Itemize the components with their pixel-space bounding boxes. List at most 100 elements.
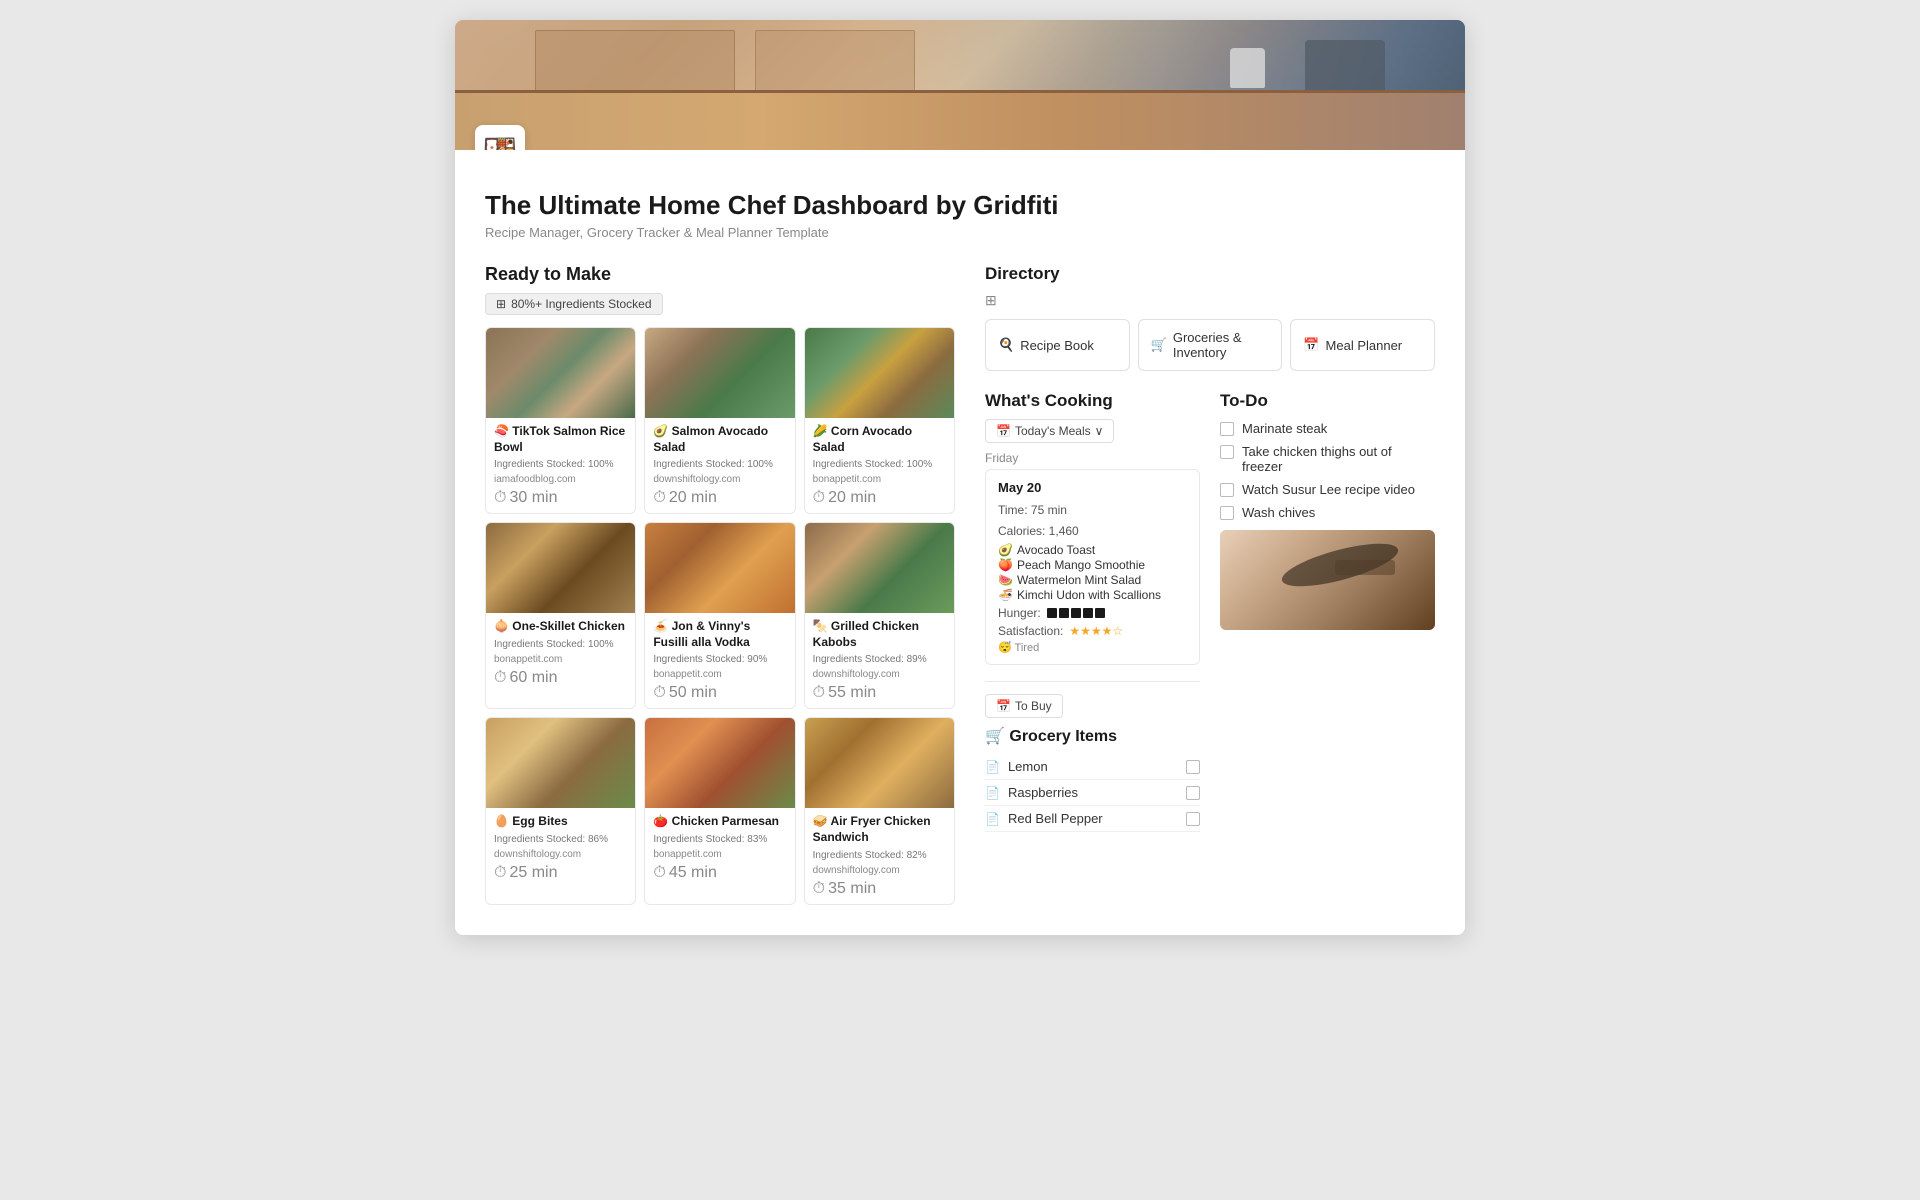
page-container: 🍱 The Ultimate Home Chef Dashboard by Gr… — [455, 20, 1465, 935]
hero-kettle-decoration — [1230, 48, 1265, 88]
recipe-source: bonappetit.com — [813, 472, 946, 487]
todo-items: Marinate steak Take chicken thighs out o… — [1220, 421, 1435, 520]
recipe-info: 🧅 One-Skillet Chicken Ingredients Stocke… — [486, 613, 635, 693]
right-column: Directory ⊞ 🍳 Recipe Book 🛒 Groceries & … — [985, 264, 1435, 905]
recipe-card[interactable]: 🌽 Corn Avocado Salad Ingredients Stocked… — [804, 327, 955, 514]
recipe-card[interactable]: 🍢 Grilled Chicken Kabobs Ingredients Sto… — [804, 522, 955, 709]
recipe-info: 🍢 Grilled Chicken Kabobs Ingredients Sto… — [805, 613, 954, 708]
recipe-stocked: Ingredients Stocked: 86% — [494, 832, 627, 847]
recipe-time: ⏱ 25 min — [494, 864, 627, 882]
clock-icon: ⏱ — [813, 684, 825, 702]
recipe-image — [805, 523, 954, 613]
recipe-name: 🧅 One-Skillet Chicken — [494, 619, 627, 635]
recipe-grid: 🍣 TikTok Salmon Rice Bowl Ingredients St… — [485, 327, 955, 905]
todo-text: Marinate steak — [1242, 421, 1327, 436]
directory-section: Directory ⊞ 🍳 Recipe Book 🛒 Groceries & … — [985, 264, 1435, 371]
recipe-stocked: Ingredients Stocked: 100% — [813, 457, 946, 472]
recipe-image — [645, 718, 794, 808]
directory-title: Directory — [985, 264, 1435, 284]
recipe-stocked: Ingredients Stocked: 100% — [653, 457, 786, 472]
clock-icon: ⏱ — [813, 880, 825, 898]
recipe-info: 🍝 Jon & Vinny's Fusilli alla Vodka Ingre… — [645, 613, 794, 708]
grocery-checkbox[interactable] — [1186, 812, 1200, 826]
page-title: The Ultimate Home Chef Dashboard by Grid… — [485, 190, 1435, 221]
recipe-stocked: Ingredients Stocked: 89% — [813, 652, 946, 667]
meal-item-name: Kimchi Udon with Scallions — [1017, 588, 1161, 602]
to-buy-label: To Buy — [1015, 699, 1052, 713]
recipe-stocked: Ingredients Stocked: 90% — [653, 652, 786, 667]
filter-tag[interactable]: ⊞ 80%+ Ingredients Stocked — [485, 293, 663, 315]
hunger-bar-1 — [1047, 608, 1057, 618]
clock-icon: ⏱ — [813, 489, 825, 507]
recipe-stocked: Ingredients Stocked: 100% — [494, 457, 627, 472]
meal-item: 🍉Watermelon Mint Salad — [998, 573, 1187, 587]
grocery-checkbox[interactable] — [1186, 786, 1200, 800]
to-buy-filter[interactable]: 📅 To Buy — [985, 694, 1063, 718]
day-label: Friday — [985, 451, 1200, 465]
filter-icon: ⊞ — [496, 297, 506, 311]
meal-time: Time: 75 min — [998, 501, 1187, 520]
recipe-image — [645, 328, 794, 418]
recipe-stocked: Ingredients Stocked: 83% — [653, 832, 786, 847]
todo-checkbox[interactable] — [1220, 422, 1234, 436]
recipe-card[interactable]: 🥚 Egg Bites Ingredients Stocked: 86% dow… — [485, 717, 636, 904]
recipe-source: downshiftology.com — [653, 472, 786, 487]
grocery-item-left: 📄 Lemon — [985, 759, 1048, 774]
recipe-info: 🥚 Egg Bites Ingredients Stocked: 86% dow… — [486, 808, 635, 888]
directory-card-0[interactable]: 🍳 Recipe Book — [985, 319, 1130, 371]
meals-filter[interactable]: 📅 Today's Meals ∨ — [985, 419, 1114, 443]
clock-icon: ⏱ — [653, 864, 665, 882]
hunger-bar-4 — [1083, 608, 1093, 618]
meal-item: 🥑Avocado Toast — [998, 543, 1187, 557]
recipe-source: downshiftology.com — [494, 847, 627, 862]
grocery-icon: 🛒 — [985, 728, 1005, 745]
recipe-source: bonappetit.com — [494, 652, 627, 667]
todo-title: To-Do — [1220, 391, 1435, 411]
todo-item: Wash chives — [1220, 505, 1435, 520]
directory-card-1[interactable]: 🛒 Groceries & Inventory — [1138, 319, 1283, 371]
recipe-source: bonappetit.com — [653, 667, 786, 682]
ready-to-make-title: Ready to Make — [485, 264, 955, 285]
recipe-time: ⏱ 35 min — [813, 880, 946, 898]
todo-checkbox[interactable] — [1220, 506, 1234, 520]
recipe-card[interactable]: 🍣 TikTok Salmon Rice Bowl Ingredients St… — [485, 327, 636, 514]
dir-card-icon: 🍳 — [998, 337, 1014, 353]
todo-text: Take chicken thighs out of freezer — [1242, 444, 1435, 474]
meal-calories: Calories: 1,460 — [998, 522, 1187, 541]
recipe-time: ⏱ 45 min — [653, 864, 786, 882]
recipe-time: ⏱ 50 min — [653, 684, 786, 702]
cooking-right: To-Do Marinate steak Take chicken thighs… — [1220, 391, 1435, 832]
whats-cooking-section: What's Cooking 📅 Today's Meals ∨ Friday … — [985, 391, 1435, 832]
todo-text: Wash chives — [1242, 505, 1315, 520]
recipe-source: iamafoodblog.com — [494, 472, 627, 487]
todo-checkbox[interactable] — [1220, 483, 1234, 497]
grocery-title-text: Grocery Items — [1009, 728, 1117, 745]
meal-card: May 20 Time: 75 min Calories: 1,460 🥑Avo… — [985, 469, 1200, 665]
satisfaction-row: Satisfaction: ★★★★☆ — [998, 624, 1187, 638]
recipe-card[interactable]: 🧅 One-Skillet Chicken Ingredients Stocke… — [485, 522, 636, 709]
recipe-card[interactable]: 🍅 Chicken Parmesan Ingredients Stocked: … — [644, 717, 795, 904]
meal-item-icon: 🍑 — [998, 558, 1013, 572]
satisfaction-label: Satisfaction: — [998, 624, 1063, 638]
clock-icon: ⏱ — [494, 489, 506, 507]
filter-label: 80%+ Ingredients Stocked — [511, 297, 651, 311]
recipe-image — [486, 328, 635, 418]
meal-item-name: Watermelon Mint Salad — [1017, 573, 1141, 587]
recipe-time: ⏱ 20 min — [653, 489, 786, 507]
recipe-card[interactable]: 🥪 Air Fryer Chicken Sandwich Ingredients… — [804, 717, 955, 904]
grocery-item: 📄 Red Bell Pepper — [985, 806, 1200, 832]
doc-icon: 📄 — [985, 786, 1000, 800]
recipe-image — [486, 523, 635, 613]
recipe-source: downshiftology.com — [813, 863, 946, 878]
recipe-name: 🍢 Grilled Chicken Kabobs — [813, 619, 946, 650]
clock-icon: ⏱ — [653, 489, 665, 507]
directory-card-2[interactable]: 📅 Meal Planner — [1290, 319, 1435, 371]
grocery-item-left: 📄 Red Bell Pepper — [985, 811, 1103, 826]
dropdown-chevron: ∨ — [1095, 424, 1104, 438]
recipe-card[interactable]: 🥑 Salmon Avocado Salad Ingredients Stock… — [644, 327, 795, 514]
recipe-card[interactable]: 🍝 Jon & Vinny's Fusilli alla Vodka Ingre… — [644, 522, 795, 709]
recipe-info: 🥪 Air Fryer Chicken Sandwich Ingredients… — [805, 808, 954, 903]
recipe-stocked: Ingredients Stocked: 82% — [813, 848, 946, 863]
grocery-checkbox[interactable] — [1186, 760, 1200, 774]
todo-checkbox[interactable] — [1220, 445, 1234, 459]
